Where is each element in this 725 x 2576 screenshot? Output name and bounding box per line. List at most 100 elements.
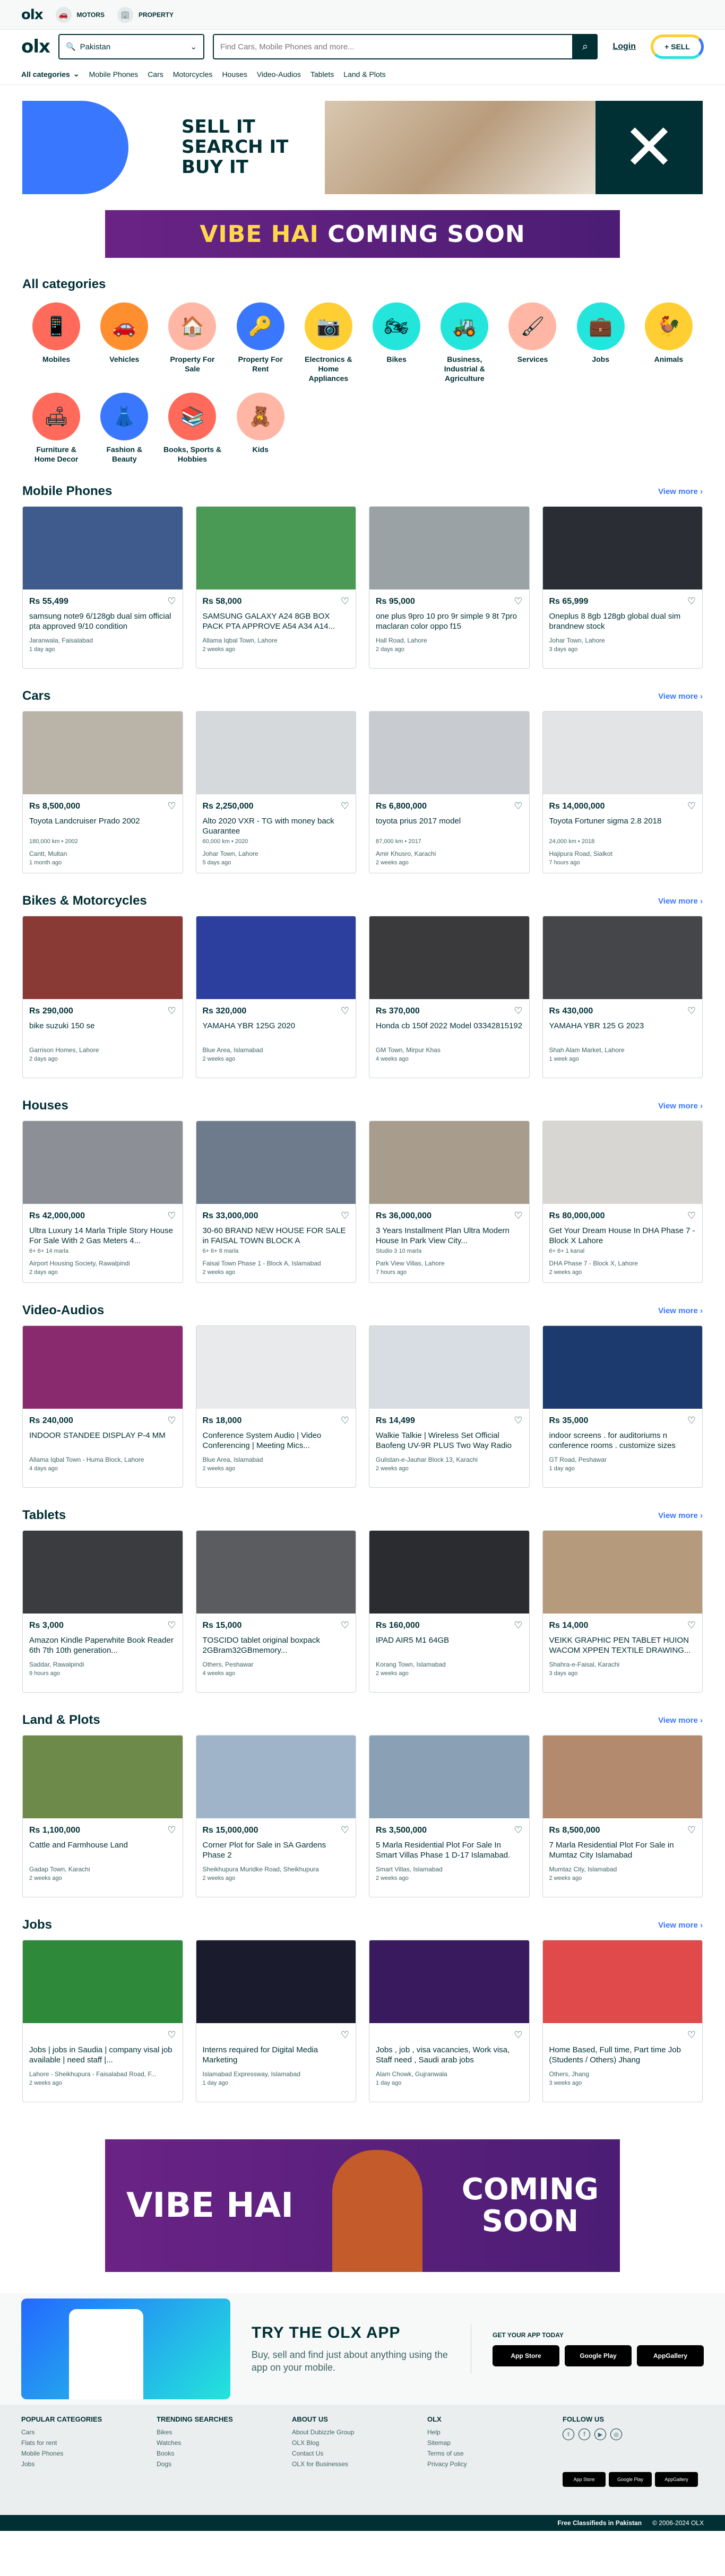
- heart-icon[interactable]: ♡: [167, 1825, 176, 1836]
- listing-card[interactable]: Rs 33,000,000 ♡ 30-60 BRAND NEW HOUSE FOR …: [195, 1121, 356, 1283]
- footer-link[interactable]: Flats for rent: [21, 2439, 157, 2447]
- listing-card[interactable]: Rs 18,000 ♡ Conference System Audio | Vide…: [195, 1325, 356, 1488]
- category-item[interactable]: 💼 Jobs: [567, 302, 635, 383]
- heart-icon[interactable]: ♡: [341, 801, 349, 812]
- footer-link[interactable]: Contact Us: [292, 2450, 427, 2457]
- heart-icon[interactable]: ♡: [341, 2029, 349, 2041]
- listing-card[interactable]: ♡ Home Based, Full time, Part time Job (S…: [542, 1940, 703, 2102]
- heart-icon[interactable]: ♡: [167, 1620, 176, 1631]
- footer-link[interactable]: Sitemap: [427, 2439, 563, 2447]
- footer-link[interactable]: OLX for Businesses: [292, 2460, 427, 2468]
- heart-icon[interactable]: ♡: [687, 1620, 696, 1631]
- listing-card[interactable]: Rs 430,000 ♡ YAMAHA YBR 125 G 2023 Shah Ala…: [542, 916, 703, 1078]
- footer-link[interactable]: Help: [427, 2428, 563, 2436]
- heart-icon[interactable]: ♡: [687, 596, 696, 607]
- listing-card[interactable]: Rs 42,000,000 ♡ Ultra Luxury 14 Marla Trip…: [22, 1121, 183, 1283]
- nav-item[interactable]: Cars: [148, 70, 163, 79]
- heart-icon[interactable]: ♡: [341, 1210, 349, 1221]
- listing-card[interactable]: ♡ Jobs | jobs in Saudia | company visal j…: [22, 1940, 183, 2102]
- listing-card[interactable]: ♡ Interns required for Digital Media Mark…: [195, 1940, 356, 2102]
- view-more-link[interactable]: View more ›: [658, 1101, 703, 1111]
- ad-banner-bottom[interactable]: VIBE HAI COMING SOON: [105, 2139, 620, 2272]
- nav-item[interactable]: Mobile Phones: [89, 70, 139, 79]
- nav-item[interactable]: Land & Plots: [343, 70, 385, 79]
- category-item[interactable]: 🛋 Furniture & Home Decor: [22, 393, 90, 464]
- listing-card[interactable]: Rs 58,000 ♡ SAMSUNG GALAXY A24 8GB BOX PAC…: [195, 506, 356, 669]
- view-more-link[interactable]: View more ›: [658, 692, 703, 701]
- view-more-link[interactable]: View more ›: [658, 1921, 703, 1930]
- listing-card[interactable]: Rs 3,000 ♡ Amazon Kindle Paperwhite Book R…: [22, 1530, 183, 1693]
- listing-card[interactable]: Rs 240,000 ♡ INDOOR STANDEE DISPLAY P-4 MM…: [22, 1325, 183, 1488]
- category-item[interactable]: 🏠 Property For Sale: [158, 302, 226, 383]
- listing-card[interactable]: Rs 8,500,000 ♡ 7 Marla Residential Plot Fo…: [542, 1735, 703, 1897]
- google-play-badge[interactable]: Google Play: [565, 2345, 632, 2366]
- heart-icon[interactable]: ♡: [514, 801, 522, 812]
- heart-icon[interactable]: ♡: [341, 1415, 349, 1426]
- footer-link[interactable]: Bikes: [157, 2428, 292, 2436]
- heart-icon[interactable]: ♡: [167, 2029, 176, 2041]
- listing-card[interactable]: Rs 6,800,000 ♡ toyota prius 2017 model 87,0…: [369, 711, 530, 873]
- ad-banner-top[interactable]: VIBE HAI COMING SOON: [105, 210, 620, 258]
- view-more-link[interactable]: View more ›: [658, 1511, 703, 1520]
- listing-card[interactable]: Rs 95,000 ♡ one plus 9pro 10 pro 9r simple…: [369, 506, 530, 669]
- app-store-badge[interactable]: App Store: [493, 2345, 559, 2366]
- app-store-badge[interactable]: App Store: [563, 2472, 606, 2487]
- view-more-link[interactable]: View more ›: [658, 897, 703, 906]
- footer-link[interactable]: OLX Blog: [292, 2439, 427, 2447]
- listing-card[interactable]: Rs 80,000,000 ♡ Get Your Dream House In DH…: [542, 1121, 703, 1283]
- heart-icon[interactable]: ♡: [687, 1005, 696, 1017]
- twitter-icon[interactable]: t: [563, 2428, 574, 2440]
- heart-icon[interactable]: ♡: [341, 1825, 349, 1836]
- footer-link[interactable]: Cars: [21, 2428, 157, 2436]
- view-more-link[interactable]: View more ›: [658, 487, 703, 496]
- nav-item[interactable]: Video-Audios: [257, 70, 301, 79]
- category-item[interactable]: 🔑 Property For Rent: [227, 302, 295, 383]
- heart-icon[interactable]: ♡: [341, 596, 349, 607]
- footer-link[interactable]: Privacy Policy: [427, 2460, 563, 2468]
- category-item[interactable]: 🐓 Animals: [635, 302, 703, 383]
- heart-icon[interactable]: ♡: [687, 801, 696, 812]
- olx-logo-main[interactable]: olx: [21, 36, 50, 57]
- listing-card[interactable]: Rs 8,500,000 ♡ Toyota Landcruiser Prado 20…: [22, 711, 183, 873]
- heart-icon[interactable]: ♡: [687, 1210, 696, 1221]
- footer-link[interactable]: Jobs: [21, 2460, 157, 2468]
- category-item[interactable]: 📷 Electronics & Home Appliances: [295, 302, 362, 383]
- view-more-link[interactable]: View more ›: [658, 1716, 703, 1725]
- facebook-icon[interactable]: f: [579, 2428, 590, 2440]
- heart-icon[interactable]: ♡: [514, 1415, 522, 1426]
- heart-icon[interactable]: ♡: [514, 2029, 522, 2041]
- heart-icon[interactable]: ♡: [514, 1825, 522, 1836]
- nav-item[interactable]: Motorcycles: [173, 70, 213, 79]
- search-input[interactable]: [213, 35, 573, 58]
- google-play-badge[interactable]: Google Play: [609, 2472, 652, 2487]
- nav-item[interactable]: Houses: [222, 70, 247, 79]
- listing-card[interactable]: Rs 14,499 ♡ Walkie Talkie | Wireless Set O…: [369, 1325, 530, 1488]
- category-item[interactable]: 👗 Fashion & Beauty: [90, 393, 158, 464]
- footer-link[interactable]: Terms of use: [427, 2450, 563, 2457]
- instagram-icon[interactable]: ◎: [610, 2428, 622, 2440]
- footer-link[interactable]: Mobile Phones: [21, 2450, 157, 2457]
- heart-icon[interactable]: ♡: [167, 801, 176, 812]
- category-item[interactable]: 🚜 Business, Industrial & Agriculture: [430, 302, 498, 383]
- heart-icon[interactable]: ♡: [341, 1620, 349, 1631]
- listing-card[interactable]: Rs 15,000 ♡ TOSCIDO tablet original boxpac…: [195, 1530, 356, 1693]
- listing-card[interactable]: Rs 14,000 ♡ VEIKK GRAPHIC PEN TABLET HUION…: [542, 1530, 703, 1693]
- heart-icon[interactable]: ♡: [341, 1005, 349, 1017]
- footer-link[interactable]: Dogs: [157, 2460, 292, 2468]
- view-more-link[interactable]: View more ›: [658, 1306, 703, 1315]
- listing-card[interactable]: ♡ Jobs , job , visa vacancies, Work visa,…: [369, 1940, 530, 2102]
- heart-icon[interactable]: ♡: [687, 1825, 696, 1836]
- youtube-icon[interactable]: ▶: [594, 2428, 606, 2440]
- listing-card[interactable]: Rs 160,000 ♡ IPAD AIR5 M1 64GB Korang Town,…: [369, 1530, 530, 1693]
- category-item[interactable]: 📱 Mobiles: [22, 302, 90, 383]
- heart-icon[interactable]: ♡: [514, 1210, 522, 1221]
- category-item[interactable]: 📚 Books, Sports & Hobbies: [158, 393, 226, 464]
- listing-card[interactable]: Rs 15,000,000 ♡ Corner Plot for Sale in SA…: [195, 1735, 356, 1897]
- heart-icon[interactable]: ♡: [514, 1005, 522, 1017]
- listing-card[interactable]: Rs 55,499 ♡ samsung note9 6/128gb dual sim…: [22, 506, 183, 669]
- category-item[interactable]: 🖌 Services: [498, 302, 566, 383]
- heart-icon[interactable]: ♡: [167, 1415, 176, 1426]
- nav-item[interactable]: Tablets: [310, 70, 334, 79]
- app-gallery-badge[interactable]: AppGallery: [655, 2472, 698, 2487]
- heart-icon[interactable]: ♡: [167, 1005, 176, 1017]
